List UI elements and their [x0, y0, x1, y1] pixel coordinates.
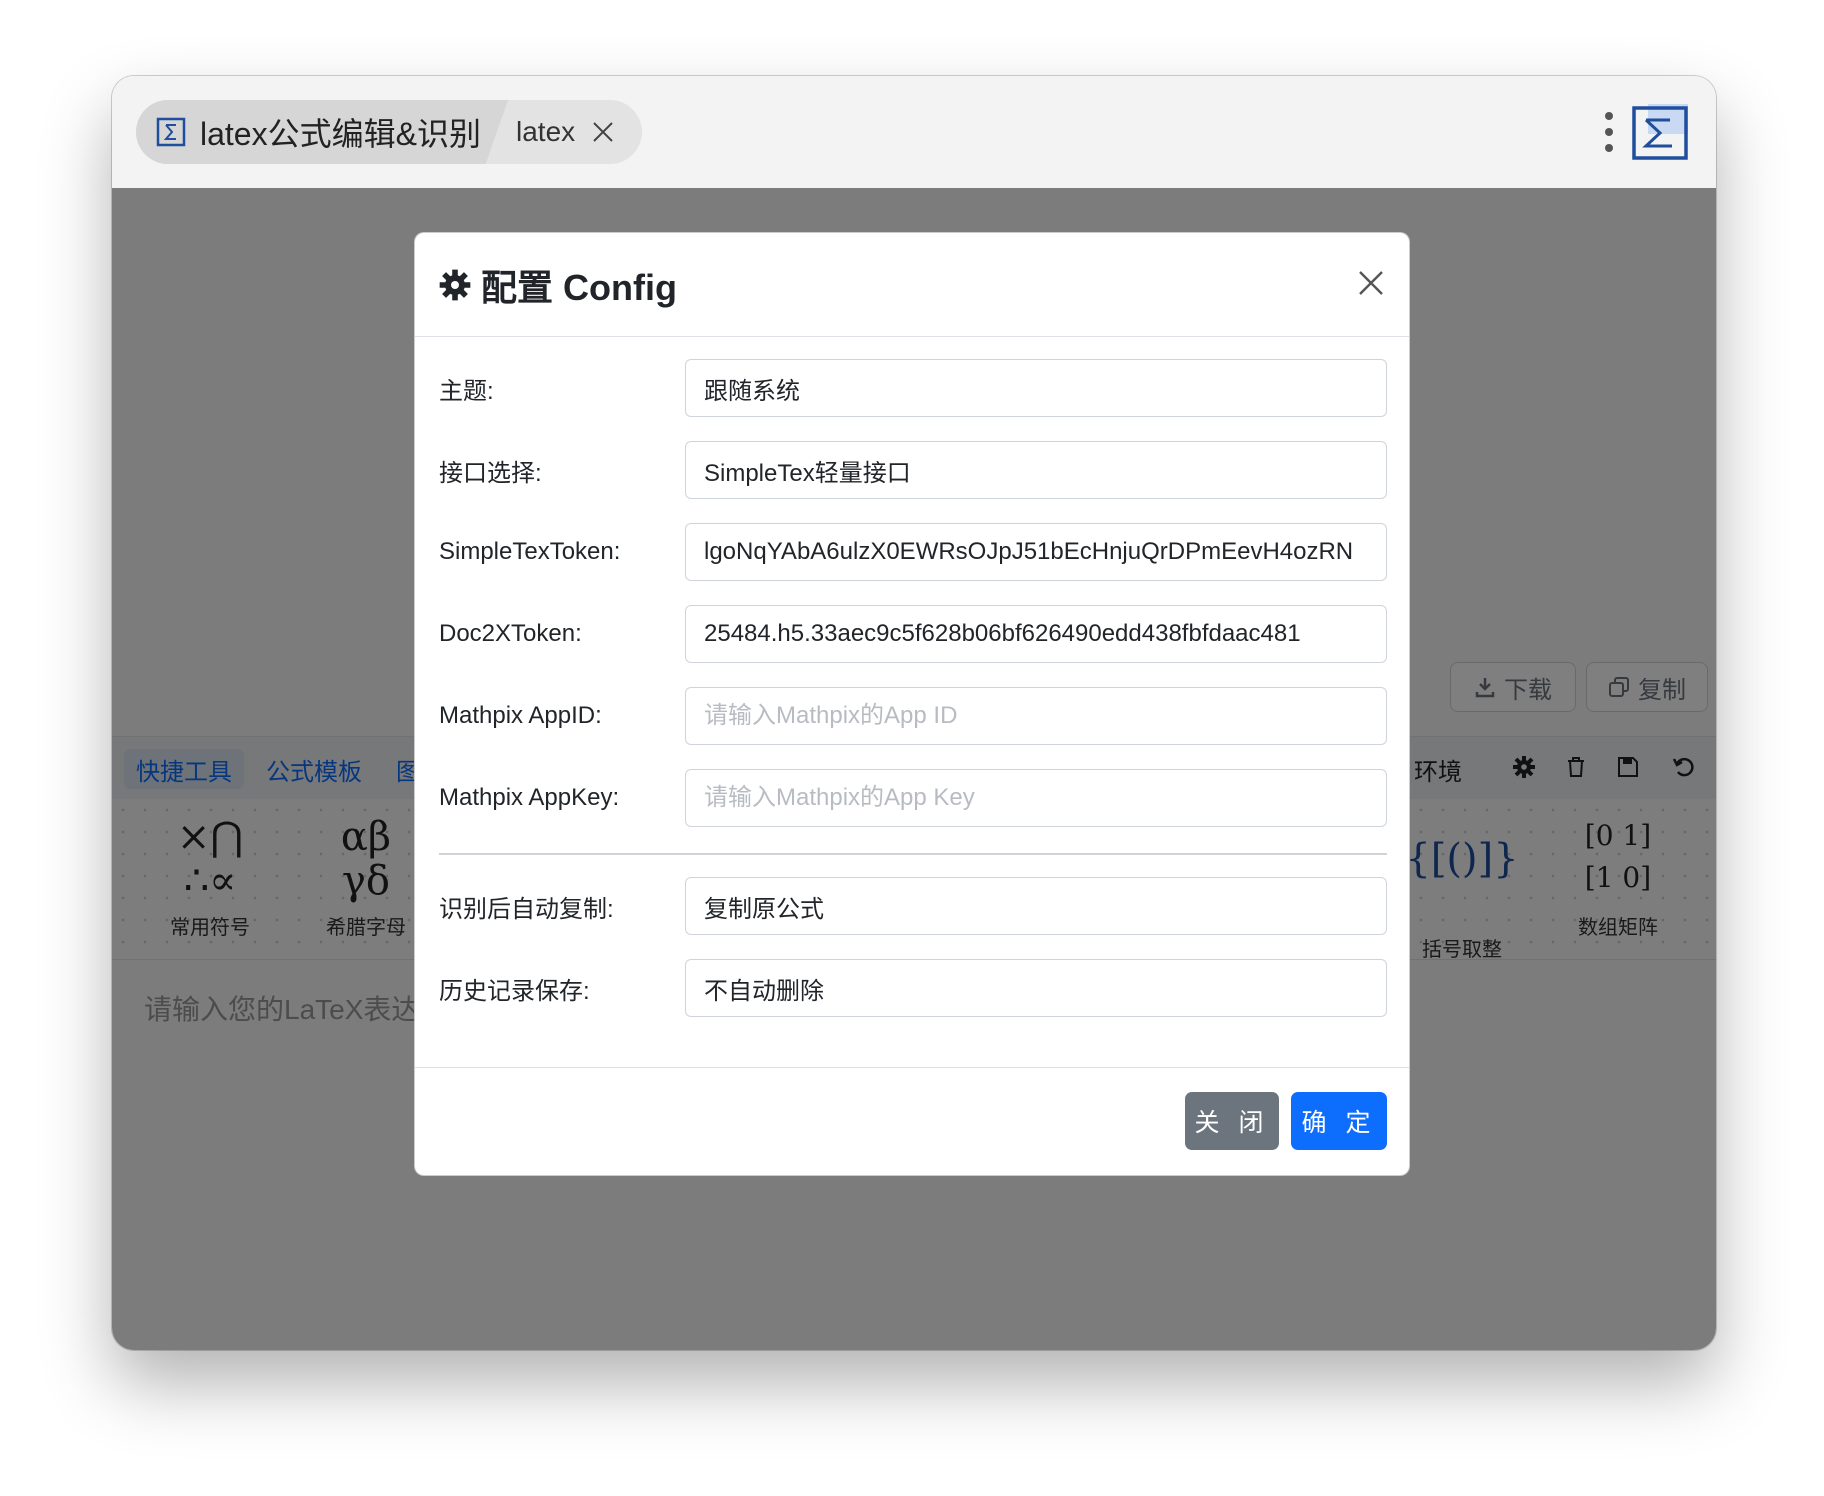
tab-latex[interactable]: latex [516, 100, 642, 164]
mathpix-appkey-label: Mathpix AppKey: [439, 784, 620, 811]
title-bar: latex公式编辑&识别 latex [112, 76, 1716, 189]
mathpix-appid-label: Mathpix AppID: [439, 702, 602, 729]
confirm-button[interactable]: 确 定 [1291, 1092, 1387, 1150]
tab-main-label: latex公式编辑&识别 [200, 116, 481, 152]
tab-strip: latex公式编辑&识别 latex [136, 100, 642, 164]
api-select[interactable] [685, 441, 1387, 499]
theme-row: 主题: [439, 359, 1387, 417]
gear-icon [439, 269, 471, 301]
tab-latex-label: latex [516, 116, 576, 147]
divider [439, 853, 1387, 855]
modal-header: 配置 Config [415, 233, 1409, 337]
mathpix-appkey-row: Mathpix AppKey: [439, 769, 1387, 827]
history-select[interactable] [685, 959, 1387, 1017]
api-label: 接口选择: [439, 459, 542, 487]
theme-select[interactable] [685, 359, 1387, 417]
modal-title: 配置 Config [439, 259, 677, 311]
auto-copy-select[interactable] [685, 877, 1387, 935]
simpletex-token-label: SimpleTexToken: [439, 538, 621, 565]
close-icon[interactable] [1357, 269, 1385, 297]
api-row: 接口选择: [439, 441, 1387, 499]
config-modal: 配置 Config 主题: 接口选择: SimpleTexToken: Doc2… [414, 232, 1410, 1176]
more-menu-icon[interactable] [1602, 110, 1616, 154]
app-logo-icon [1632, 104, 1688, 160]
history-label: 历史记录保存: [439, 977, 590, 1005]
doc2x-token-input[interactable] [685, 605, 1387, 663]
theme-label: 主题: [439, 377, 494, 405]
doc2x-token-row: Doc2XToken: [439, 605, 1387, 663]
close-tab-icon[interactable] [591, 120, 615, 144]
history-row: 历史记录保存: [439, 959, 1387, 1017]
simpletex-token-row: SimpleTexToken: [439, 523, 1387, 581]
doc2x-token-label: Doc2XToken: [439, 620, 582, 647]
mathpix-appid-row: Mathpix AppID: [439, 687, 1387, 745]
modal-title-text: 配置 Config [481, 267, 677, 308]
auto-copy-row: 识别后自动复制: [439, 877, 1387, 935]
simpletex-token-input[interactable] [685, 523, 1387, 581]
mathpix-appid-input[interactable] [685, 687, 1387, 745]
modal-footer: 关 闭 确 定 [415, 1067, 1409, 1177]
close-button[interactable]: 关 闭 [1185, 1092, 1279, 1150]
tab-main[interactable]: latex公式编辑&识别 [136, 100, 508, 164]
sigma-icon [156, 117, 186, 147]
mathpix-appkey-input[interactable] [685, 769, 1387, 827]
auto-copy-label: 识别后自动复制: [439, 895, 614, 923]
